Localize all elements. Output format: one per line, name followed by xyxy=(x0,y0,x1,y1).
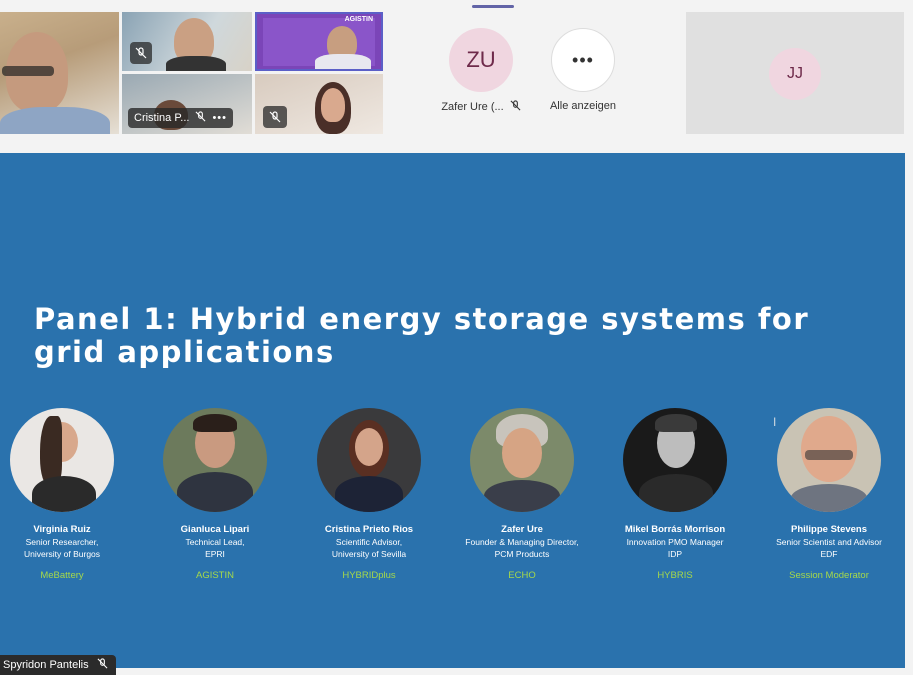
panelist-name: Virginia Ruiz xyxy=(33,524,91,535)
panelist-card: Zafer Ure Founder & Managing Director, P… xyxy=(447,408,597,581)
participant-avatar-zu[interactable]: ZU Zafer Ure (... xyxy=(436,28,526,114)
video-tile-3[interactable]: Cristina P... ••• xyxy=(122,74,252,134)
participant-name: Zafer Ure (... xyxy=(441,101,504,113)
mic-off-icon xyxy=(510,100,521,114)
text-cursor-icon: I xyxy=(773,415,777,429)
panelist-card: Virginia Ruiz Senior Researcher, Univers… xyxy=(0,408,137,581)
panelist-affiliation: University of Burgos xyxy=(23,549,101,559)
panelist-project: ECHO xyxy=(508,570,536,581)
participant-face xyxy=(321,88,345,122)
video-tile-2[interactable]: AGISTIN xyxy=(255,12,383,71)
panelist-photo xyxy=(470,408,574,512)
participant-strip: AGISTIN Cristina P... ••• ZU Zafer Ure (… xyxy=(0,12,913,138)
panelist-photo xyxy=(10,408,114,512)
panelist-name: Mikel Borrás Morrison xyxy=(624,524,726,535)
panelist-role: Founder & Managing Director, xyxy=(465,537,579,547)
mic-off-icon xyxy=(97,658,108,672)
panelist-card: Cristina Prieto Rios Scientific Advisor,… xyxy=(294,408,444,581)
panelist-project: HYBRIDplus xyxy=(342,570,396,581)
presenter-name: Spyridon Pantelis xyxy=(3,659,89,671)
glasses-shape xyxy=(2,66,54,76)
panelist-role: Innovation PMO Manager xyxy=(626,537,724,547)
show-all-label: Alle anzeigen xyxy=(549,100,617,112)
panelist-project: Session Moderator xyxy=(789,570,869,581)
video-tile-4[interactable] xyxy=(255,74,383,134)
more-options-icon[interactable]: ••• xyxy=(212,112,227,124)
presenter-name-chip: Spyridon Pantelis xyxy=(0,655,116,675)
video-tile-main[interactable] xyxy=(0,12,119,134)
panelist-affiliation: EPRI xyxy=(205,549,225,559)
top-bar xyxy=(0,0,913,12)
more-icon: ••• xyxy=(551,28,615,92)
slide-title: Panel 1: Hybrid energy storage systems f… xyxy=(34,302,810,369)
mic-off-icon xyxy=(130,42,152,64)
active-tab-indicator xyxy=(472,5,514,8)
scrollbar[interactable] xyxy=(906,153,913,668)
panelist-card: Gianluca Lipari Technical Lead, EPRI AGI… xyxy=(140,408,290,581)
participant-shirt xyxy=(166,56,226,71)
agistin-logo: AGISTIN xyxy=(344,16,373,23)
mic-off-icon xyxy=(263,106,287,128)
panelist-photo xyxy=(777,408,881,512)
panelist-affiliation: University of Sevilla xyxy=(331,549,407,559)
panelist-project: AGISTIN xyxy=(195,570,234,581)
avatar: ZU xyxy=(449,28,513,92)
panelist-name: Zafer Ure xyxy=(501,524,543,535)
panelist-name: Gianluca Lipari xyxy=(180,524,250,535)
participant-tile-jj[interactable]: JJ xyxy=(686,12,904,134)
panelist-card: Mikel Borrás Morrison Innovation PMO Man… xyxy=(600,408,750,581)
show-all-participants-button[interactable]: ••• Alle anzeigen xyxy=(538,28,628,112)
panelist-affiliation: IDP xyxy=(667,549,683,559)
mic-off-icon xyxy=(195,111,206,125)
avatar: JJ xyxy=(769,48,821,100)
panelist-photo xyxy=(623,408,727,512)
avatar-label: Zafer Ure (... xyxy=(441,100,521,114)
video-tile-1[interactable] xyxy=(122,12,252,71)
panelist-name: Cristina Prieto Rios xyxy=(324,524,414,535)
panelist-photo xyxy=(163,408,267,512)
participant-name: Cristina P... xyxy=(134,112,190,124)
panelist-role: Senior Scientist and Advisor xyxy=(776,537,882,547)
participant-name-chip: Cristina P... ••• xyxy=(128,108,233,128)
participant-shirt xyxy=(0,107,110,134)
panelist-card: Philippe Stevens Senior Scientist and Ad… xyxy=(754,408,904,581)
bottom-strip xyxy=(0,668,913,675)
panelist-role: Senior Researcher, xyxy=(25,537,99,547)
panelist-photo xyxy=(317,408,421,512)
panelist-name: Philippe Stevens xyxy=(790,524,868,535)
panelist-affiliation: PCM Products xyxy=(494,549,550,559)
panelist-affiliation: EDF xyxy=(820,549,838,559)
panelist-role: Technical Lead, xyxy=(185,537,245,547)
participant-shirt xyxy=(315,54,371,69)
panelist-role: Scientific Advisor, xyxy=(335,537,403,547)
panelist-project: HYBRIS xyxy=(657,570,693,581)
panelist-project: MeBattery xyxy=(40,570,84,581)
shared-slide: Panel 1: Hybrid energy storage systems f… xyxy=(0,153,905,668)
